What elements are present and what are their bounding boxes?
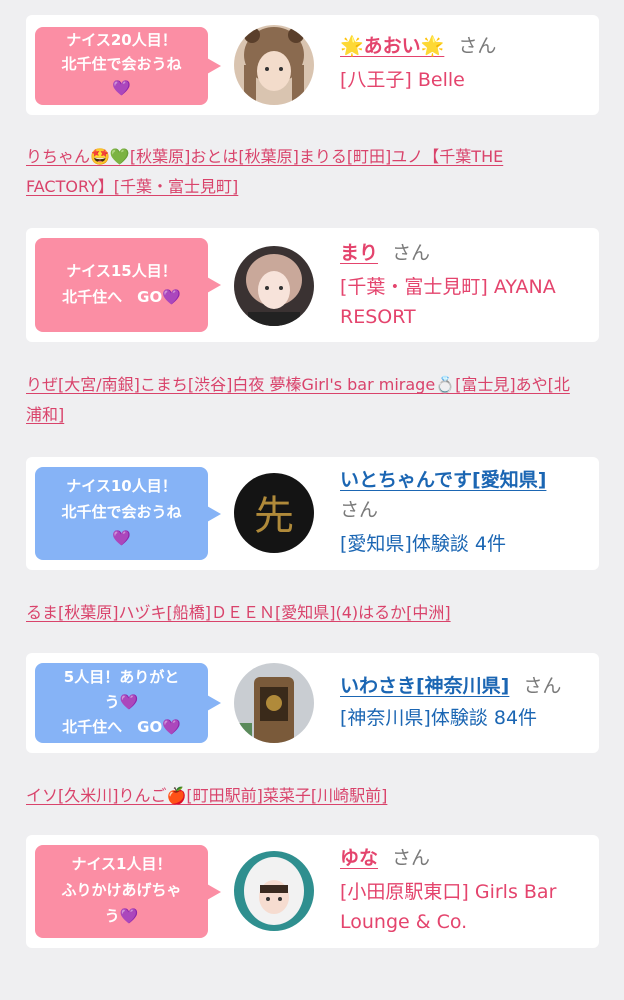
bubble-line: う💜 [104, 907, 139, 925]
review-count: [神奈川県]体験談 84件 [340, 707, 538, 729]
cast-info: 🌟あおい🌟 さん [八王子] Belle [340, 31, 590, 95]
cast-name-link[interactable]: いわさき[神奈川県] [340, 675, 509, 697]
bubble-line: ふりかけあげちゃ [61, 881, 182, 899]
cast-link-list[interactable]: りぜ[大宮/南銀]こまち[渋谷]白夜 夢榛Girl's bar mirage💍[… [26, 370, 601, 430]
link-line[interactable]: りちゃん🤩💚[秋葉原]おとは[秋葉原]まりる[町田]ユノ【千葉THE [26, 142, 601, 172]
review-count: [愛知県]体験談 4件 [340, 533, 506, 555]
shop-info: [千葉・富士見町] AYANA [340, 276, 556, 298]
cast-info: まり さん [千葉・富士見町] AYANA RESORT [340, 238, 590, 332]
cast-link-list[interactable]: るま[秋葉原]ハヅキ[船橋]ＤＥＥＮ[愛知県](4)はるか[中洲] [26, 598, 601, 628]
honorific: さん [458, 35, 497, 57]
ranking-card-1[interactable]: ナイス20人目！ 北千住で会おうね 💜 🌟あおい🌟 さん [八王子] Belle [26, 15, 599, 115]
honorific: さん [340, 499, 379, 521]
honorific: さん [392, 847, 431, 869]
cast-name-link[interactable]: ゆな [340, 847, 378, 869]
message-bubble: ナイス10人目！ 北千住で会おうね 💜 [35, 467, 221, 560]
cast-info: いとちゃんです[愛知県] さん [愛知県]体験談 4件 [340, 465, 590, 559]
link-line[interactable]: るま[秋葉原]ハヅキ[船橋]ＤＥＥＮ[愛知県](4)はるか[中洲] [26, 598, 601, 628]
ranking-card-5[interactable]: ナイス1人目！ ふりかけあげちゃ う💜 ゆな さん [小田原駅東口] Girls … [26, 835, 599, 948]
message-bubble: ナイス20人目！ 北千住で会おうね 💜 [35, 27, 221, 105]
link-line[interactable]: FACTORY】[千葉・富士見町] [26, 172, 601, 202]
bubble-line: ナイス10人目！ [66, 477, 177, 495]
cast-name-link[interactable]: まり [340, 242, 378, 264]
ranking-card-3[interactable]: ナイス10人目！ 北千住で会おうね 💜 先 いとちゃんです[愛知県] さん [愛… [26, 457, 599, 570]
bubble-line: 💜 [112, 529, 131, 547]
message-bubble: ナイス15人目！ 北千住へ GO💜 [35, 238, 221, 332]
avatar[interactable] [234, 663, 314, 743]
ranking-card-4[interactable]: 5人目！ありがと う💜 北千住へ GO💜 いわさき[神奈川県] さん [神奈川県]… [26, 653, 599, 753]
cast-name-link[interactable]: いとちゃんです[愛知県] [340, 469, 546, 491]
bubble-line: 5人目！ありがと [63, 668, 180, 686]
cast-name-link[interactable]: 🌟あおい🌟 [340, 35, 444, 57]
shop-info: Lounge & Co. [340, 911, 468, 933]
shop-info: [小田原駅東口] Girls Bar [340, 881, 557, 903]
honorific: さん [523, 675, 562, 697]
link-line[interactable]: イソ[久米川]りんご🍎[町田駅前]菜菜子[川崎駅前] [26, 781, 601, 811]
avatar[interactable] [234, 851, 314, 931]
bubble-line: ナイス15人目！ [66, 262, 177, 280]
cast-link-list[interactable]: りちゃん🤩💚[秋葉原]おとは[秋葉原]まりる[町田]ユノ【千葉THE FACTO… [26, 142, 601, 202]
cast-info: いわさき[神奈川県] さん [神奈川県]体験談 84件 [340, 671, 590, 733]
avatar[interactable]: 先 [234, 473, 314, 553]
shop-info: [八王子] Belle [340, 69, 465, 91]
shop-info: RESORT [340, 306, 416, 328]
ranking-card-2[interactable]: ナイス15人目！ 北千住へ GO💜 まり さん [千葉・富士見町] AYANA R… [26, 228, 599, 342]
link-line[interactable]: 浦和] [26, 400, 601, 430]
avatar-glyph: 先 [254, 493, 294, 539]
cast-info: ゆな さん [小田原駅東口] Girls Bar Lounge & Co. [340, 843, 590, 937]
avatar[interactable] [234, 246, 314, 326]
bubble-line: ナイス20人目！ [66, 31, 177, 49]
honorific: さん [392, 242, 431, 264]
bubble-line: ナイス1人目！ [71, 855, 172, 873]
bubble-line: 北千住へ GO💜 [62, 288, 181, 306]
bubble-line: 北千住で会おうね [61, 55, 182, 73]
cast-link-list[interactable]: イソ[久米川]りんご🍎[町田駅前]菜菜子[川崎駅前] [26, 781, 601, 811]
bubble-line: 北千住へ GO💜 [62, 718, 181, 736]
bubble-line: う💜 [104, 693, 139, 711]
link-line[interactable]: りぜ[大宮/南銀]こまち[渋谷]白夜 夢榛Girl's bar mirage💍[… [26, 370, 601, 400]
message-bubble: 5人目！ありがと う💜 北千住へ GO💜 [35, 663, 221, 743]
bubble-line: 💜 [112, 79, 131, 97]
message-bubble: ナイス1人目！ ふりかけあげちゃ う💜 [35, 845, 221, 938]
avatar[interactable] [234, 25, 314, 105]
bubble-line: 北千住で会おうね [61, 503, 182, 521]
